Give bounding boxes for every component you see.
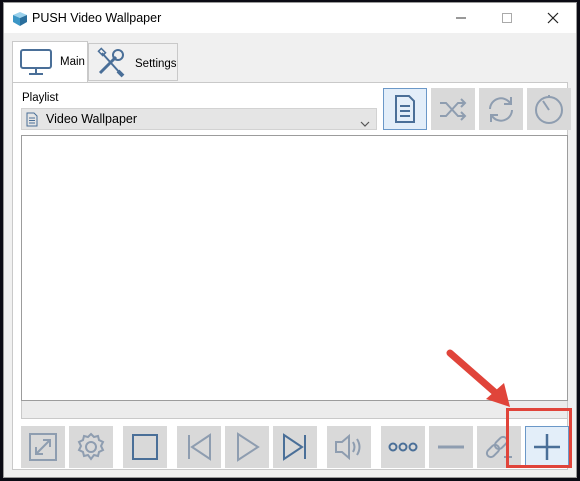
repeat-button[interactable] — [479, 88, 523, 130]
playlist-dropdown[interactable]: Video Wallpaper — [21, 108, 377, 130]
tab-settings-label: Settings — [135, 58, 177, 70]
play-button[interactable] — [225, 426, 269, 468]
close-icon — [547, 12, 559, 24]
tab-settings[interactable]: Settings — [88, 43, 178, 81]
previous-icon — [188, 433, 211, 461]
tab-main-label: Main — [60, 56, 85, 68]
gear-button[interactable] — [69, 426, 113, 468]
annotation-highlight-box — [506, 408, 572, 468]
shuffle-icon — [440, 98, 467, 121]
playlist-button[interactable] — [383, 88, 427, 130]
push-logo-icon — [12, 11, 28, 27]
play-icon — [237, 432, 260, 462]
gear-icon — [77, 432, 105, 461]
monitor-icon — [19, 47, 53, 80]
annotation-arrow-icon — [446, 349, 510, 407]
next-button[interactable] — [273, 426, 317, 468]
playlist-label: Playlist — [22, 92, 59, 104]
previous-button[interactable] — [177, 426, 221, 468]
document-icon — [25, 112, 39, 130]
remove-button[interactable] — [429, 426, 473, 468]
wrench-screwdriver-icon — [94, 47, 130, 82]
expand-icon — [29, 433, 57, 461]
ellipsis-icon — [388, 442, 418, 452]
tab-main[interactable]: Main — [12, 41, 88, 83]
window-title: PUSH Video Wallpaper — [32, 11, 162, 25]
timer-icon — [535, 95, 563, 124]
repeat-icon — [489, 97, 513, 122]
title-bar[interactable]: PUSH Video Wallpaper — [4, 3, 576, 33]
playlist-selected-value: Video Wallpaper — [46, 112, 138, 126]
shuffle-button[interactable] — [431, 88, 475, 130]
minimize-button[interactable] — [438, 3, 484, 33]
fullscreen-button[interactable] — [21, 426, 65, 468]
volume-icon — [335, 433, 361, 461]
stop-icon — [132, 434, 158, 460]
volume-button[interactable] — [327, 426, 371, 468]
more-button[interactable] — [381, 426, 425, 468]
close-button[interactable] — [530, 3, 576, 33]
document-icon — [395, 95, 415, 123]
minus-icon — [438, 445, 464, 449]
maximize-icon — [502, 13, 512, 23]
chevron-down-icon — [360, 116, 370, 130]
maximize-button[interactable] — [484, 3, 530, 33]
timer-button[interactable] — [527, 88, 571, 130]
minimize-icon — [456, 17, 466, 19]
stop-button[interactable] — [123, 426, 167, 468]
next-icon — [283, 433, 306, 461]
